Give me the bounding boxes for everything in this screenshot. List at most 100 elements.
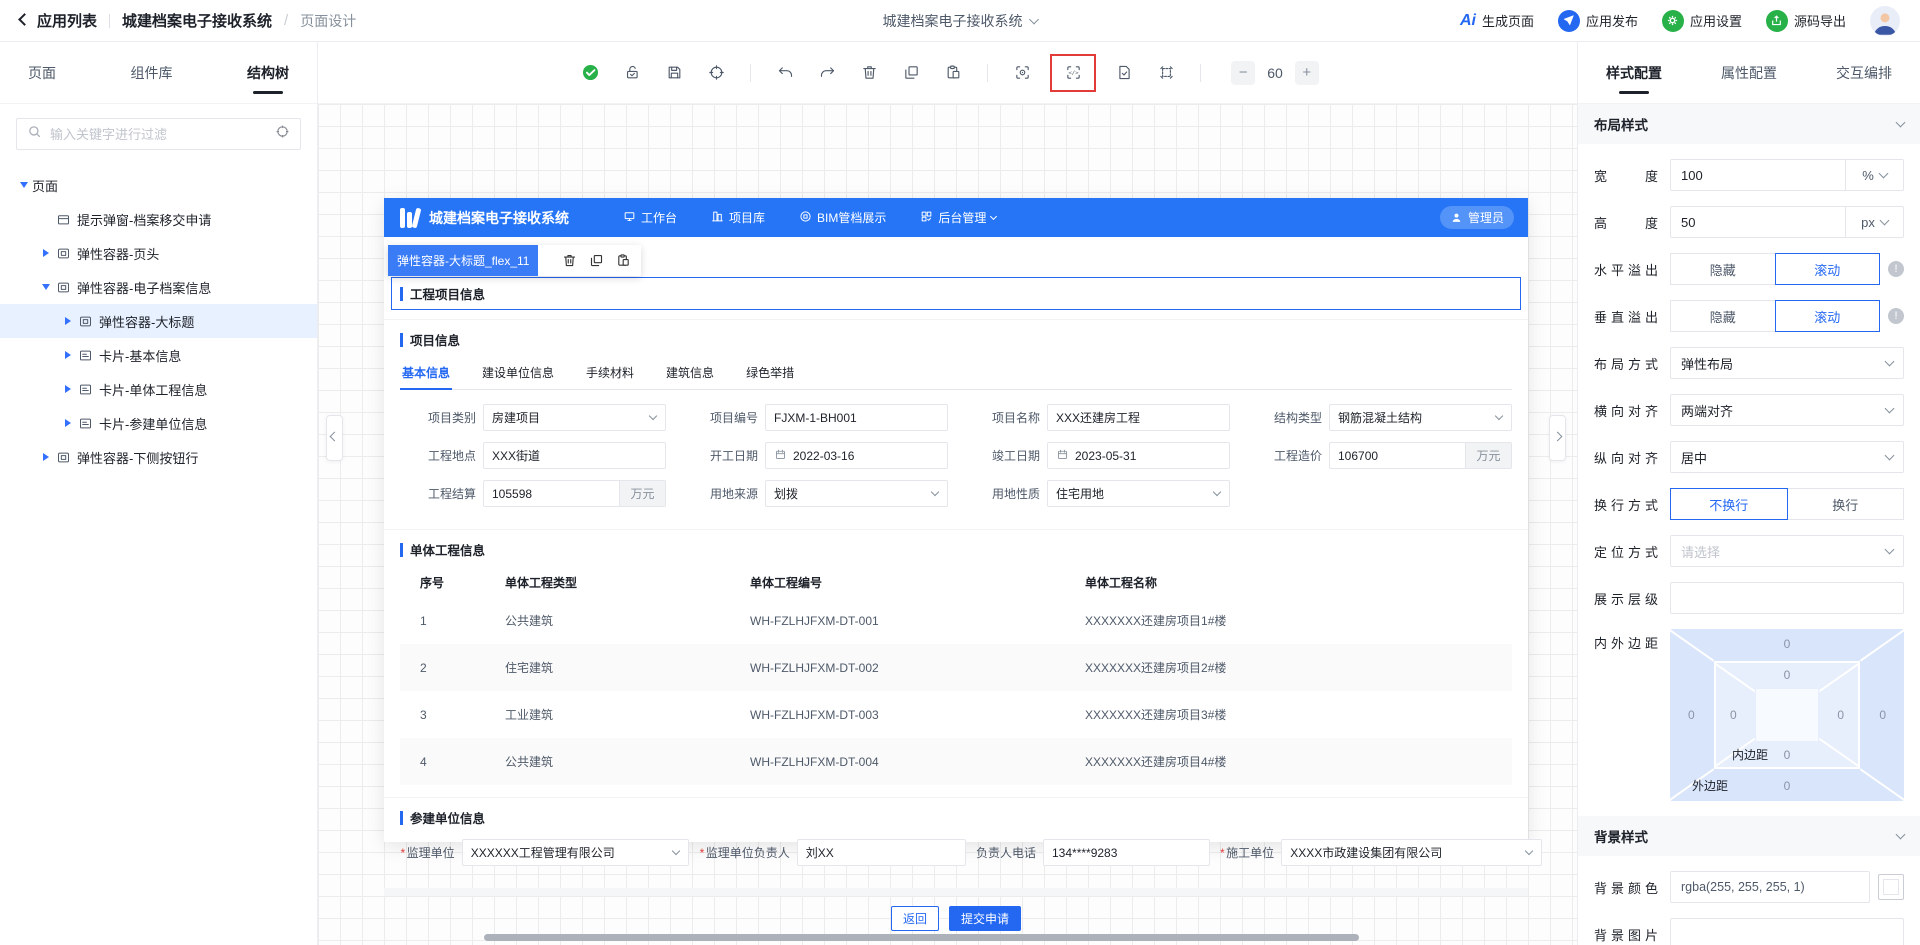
right-tab-1[interactable]: 属性配置: [1719, 44, 1779, 102]
field-input[interactable]: 刘XX: [797, 839, 966, 866]
trash-icon[interactable]: [855, 59, 883, 87]
crosshair-icon[interactable]: [702, 59, 730, 87]
tree-expand-right-icon[interactable]: [60, 419, 76, 427]
size-input[interactable]: 50px: [1670, 206, 1904, 238]
style-select[interactable]: 弹性布局: [1670, 347, 1904, 379]
tree-item-6[interactable]: 卡片-单体工程信息: [0, 372, 317, 406]
field-input[interactable]: FJXM-1-BH001: [765, 404, 948, 431]
table-row[interactable]: 2住宅建筑WH-FZLHJFXM-DT-002XXXXXXX还建房项目2#楼: [400, 644, 1512, 691]
user-avatar[interactable]: [1870, 6, 1900, 36]
form-tab-4[interactable]: 绿色举措: [744, 359, 796, 389]
unit-select[interactable]: %: [1845, 160, 1903, 190]
ai-generate-page-button[interactable]: Ai 生成页面: [1460, 11, 1534, 30]
source-export-button[interactable]: 源码导出: [1766, 10, 1846, 32]
tree-item-7[interactable]: 卡片-参建单位信息: [0, 406, 317, 440]
preview-nav-1[interactable]: 项目库: [711, 209, 765, 226]
padding-top-value[interactable]: 0: [1784, 668, 1791, 682]
box-model-editor[interactable]: 0 0 0 0 外边距 0 0 0 0 内边距: [1670, 629, 1904, 801]
style-select[interactable]: 两端对齐: [1670, 394, 1904, 426]
field-select[interactable]: 划拨: [765, 480, 948, 507]
background-color-input[interactable]: rgba(255, 255, 255, 1): [1670, 871, 1870, 903]
field-select[interactable]: 住宅用地: [1047, 480, 1230, 507]
background-image-input[interactable]: [1670, 918, 1904, 945]
field-input[interactable]: 134****9283: [1043, 839, 1210, 866]
collapse-right-panel-handle[interactable]: [1549, 415, 1566, 461]
color-swatch[interactable]: [1878, 874, 1904, 900]
style-select[interactable]: 居中: [1670, 441, 1904, 473]
margin-bottom-value[interactable]: 0: [1784, 779, 1791, 793]
tree-expand-down-icon[interactable]: [16, 182, 32, 188]
layout-style-section-header[interactable]: 布局样式: [1578, 104, 1920, 144]
collapse-left-panel-handle[interactable]: [326, 415, 343, 461]
search-input[interactable]: [50, 127, 267, 142]
preview-user-badge[interactable]: 管理员: [1440, 206, 1514, 229]
tree-expand-down-icon[interactable]: [38, 284, 54, 290]
toggle-option-1[interactable]: 滚动: [1775, 253, 1881, 285]
unlock-icon[interactable]: [618, 59, 646, 87]
form-tab-3[interactable]: 建筑信息: [664, 359, 716, 389]
background-style-section-header[interactable]: 背景样式: [1578, 816, 1920, 856]
toggle-option-0[interactable]: 隐藏: [1670, 300, 1776, 332]
left-tab-2[interactable]: 结构树: [245, 44, 291, 102]
margin-top-value[interactable]: 0: [1784, 637, 1791, 651]
field-input[interactable]: XXX街道: [483, 442, 666, 469]
field-date[interactable]: 2022-03-16: [765, 442, 948, 469]
field-input[interactable]: XXX还建房工程: [1047, 404, 1230, 431]
padding-left-value[interactable]: 0: [1730, 708, 1737, 722]
tree-expand-right-icon[interactable]: [38, 249, 54, 257]
paste-icon[interactable]: [616, 253, 631, 268]
form-tab-2[interactable]: 手续材料: [584, 359, 636, 389]
undo-icon[interactable]: [771, 59, 799, 87]
check-circle-icon[interactable]: [576, 59, 604, 87]
copy-icon[interactable]: [897, 59, 925, 87]
tree-item-8[interactable]: 弹性容器-下侧按钮行: [0, 440, 317, 474]
redo-icon[interactable]: [813, 59, 841, 87]
tree-expand-right-icon[interactable]: [38, 453, 54, 461]
zoom-in-button[interactable]: +: [1295, 61, 1319, 85]
frame-icon[interactable]: [1152, 59, 1180, 87]
left-tab-0[interactable]: 页面: [26, 44, 58, 102]
unit-select[interactable]: px: [1845, 207, 1903, 237]
field-select[interactable]: XXXX市政建设集团有限公司: [1281, 839, 1542, 866]
save-icon[interactable]: [660, 59, 688, 87]
right-tab-0[interactable]: 样式配置: [1604, 44, 1664, 102]
size-input[interactable]: 100%: [1670, 159, 1904, 191]
doc-check-icon[interactable]: [1110, 59, 1138, 87]
right-tab-2[interactable]: 交互编排: [1834, 44, 1894, 102]
tree-expand-right-icon[interactable]: [60, 351, 76, 359]
field-select[interactable]: XXXXXX工程管理有限公司: [462, 839, 689, 866]
preview-nav-0[interactable]: 工作台: [623, 209, 677, 226]
field-select[interactable]: 房建项目: [483, 404, 666, 431]
toggle-option-1[interactable]: 换行: [1787, 488, 1905, 520]
scan-eye-icon[interactable]: [1008, 59, 1036, 87]
table-row[interactable]: 3工业建筑WH-FZLHJFXM-DT-003XXXXXXX还建房项目3#楼: [400, 691, 1512, 738]
toggle-option-0[interactable]: 不换行: [1670, 488, 1788, 520]
tree-item-1[interactable]: 提示弹窗-档案移交申请: [0, 202, 317, 236]
app-settings-button[interactable]: 应用设置: [1662, 10, 1742, 32]
left-tab-1[interactable]: 组件库: [129, 44, 175, 102]
style-input[interactable]: [1670, 582, 1904, 614]
current-page-selector[interactable]: 城建档案电子接收系统: [883, 11, 1038, 31]
selected-container-outline[interactable]: 工程项目信息: [391, 277, 1521, 310]
submit-application-button[interactable]: 提交申请: [949, 906, 1021, 931]
field-unit[interactable]: 106700万元: [1329, 442, 1512, 469]
preview-nav-3[interactable]: 后台管理: [920, 209, 996, 226]
back-to-app-list[interactable]: 应用列表: [20, 10, 97, 31]
table-row[interactable]: 4公共建筑WH-FZLHJFXM-DT-004XXXXXXX还建房项目4#楼: [400, 738, 1512, 785]
scan-code-icon[interactable]: </>: [1059, 59, 1087, 87]
app-publish-button[interactable]: 应用发布: [1558, 10, 1638, 32]
copy-icon[interactable]: [589, 253, 604, 268]
tree-expand-right-icon[interactable]: [60, 317, 76, 325]
style-select[interactable]: 请选择: [1670, 535, 1904, 567]
zoom-out-button[interactable]: −: [1231, 61, 1255, 85]
tree-expand-right-icon[interactable]: [60, 385, 76, 393]
locate-node-icon[interactable]: [275, 124, 290, 144]
back-button[interactable]: 返回: [891, 906, 939, 931]
field-select[interactable]: 钢筋混凝土结构: [1329, 404, 1512, 431]
toggle-option-0[interactable]: 隐藏: [1670, 253, 1776, 285]
toggle-option-1[interactable]: 滚动: [1775, 300, 1881, 332]
field-date[interactable]: 2023-05-31: [1047, 442, 1230, 469]
form-tab-0[interactable]: 基本信息: [400, 359, 452, 390]
padding-bottom-value[interactable]: 0: [1784, 748, 1791, 762]
tree-item-4[interactable]: 弹性容器-大标题: [0, 304, 317, 338]
